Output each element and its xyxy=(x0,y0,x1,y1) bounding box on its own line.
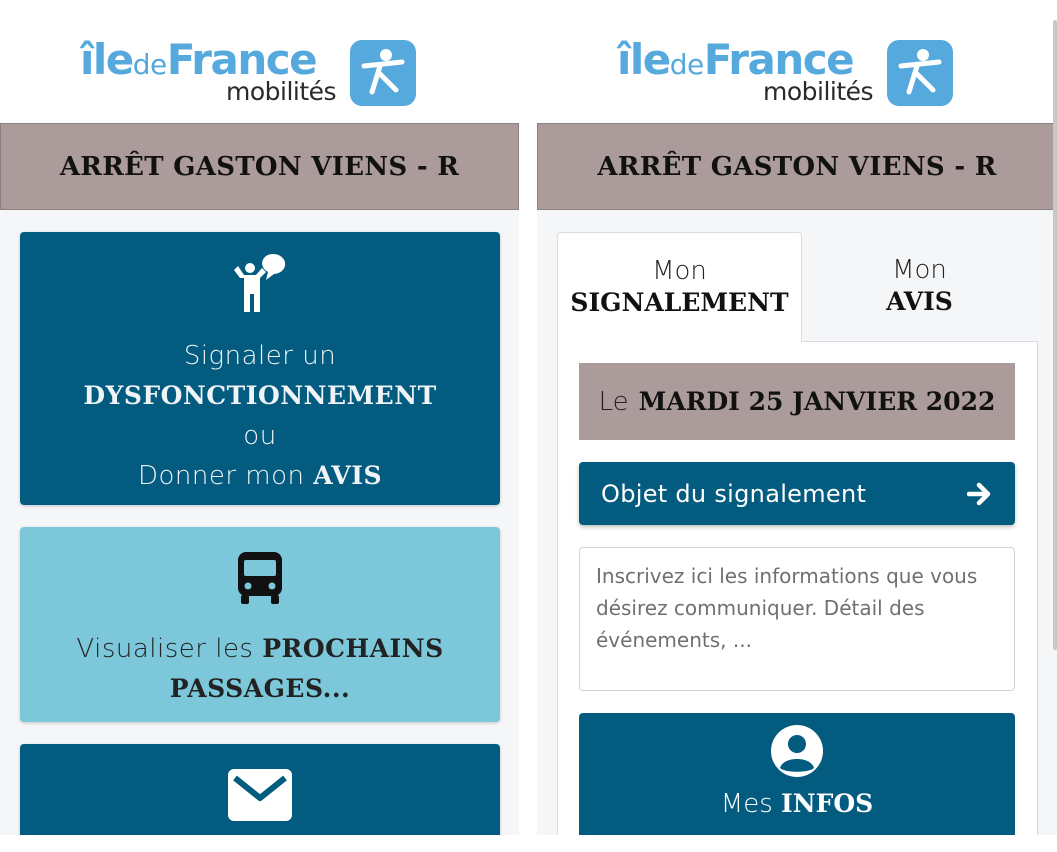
logo-runner-icon xyxy=(350,40,416,106)
next-departures-card[interactable]: Visualiser les PROCHAINS PASSAGES... xyxy=(20,527,500,722)
report-panel: îledeFrance mobilités ARRÊT GASTON VIENS… xyxy=(537,0,1057,835)
tab-avis[interactable]: Mon AVIS xyxy=(802,232,1037,342)
bus-icon xyxy=(237,551,283,609)
logo-runner-icon xyxy=(887,40,953,106)
arrow-right-icon xyxy=(967,482,991,505)
report-details-textarea[interactable] xyxy=(579,547,1015,691)
next-prefix: Visualiser les xyxy=(76,634,254,664)
report-subject-label: Objet du signalement xyxy=(601,479,867,508)
idf-mobilites-logo: îledeFrance mobilités xyxy=(80,36,420,108)
stop-title-bar: ARRÊT GASTON VIENS - R xyxy=(537,123,1057,210)
person-speech-icon xyxy=(230,248,290,320)
report-line-2: DYSFONCTIONNEMENT xyxy=(83,381,437,410)
report-line-4-bold: AVIS xyxy=(313,461,383,490)
mail-icon xyxy=(227,768,293,826)
user-icon xyxy=(769,723,825,783)
infos-bold: INFOS xyxy=(781,789,874,818)
date-bar: Le MARDI 25 JANVIER 2022 xyxy=(579,363,1015,440)
tab-signalement[interactable]: Mon SIGNALEMENT xyxy=(557,232,802,342)
next-bold-2: PASSAGES... xyxy=(169,674,351,703)
report-tabs: Mon SIGNALEMENT Mon AVIS xyxy=(557,232,1037,342)
contact-card[interactable] xyxy=(20,744,500,835)
report-line-3: ou xyxy=(243,421,277,451)
report-subject-button[interactable]: Objet du signalement xyxy=(579,462,1015,525)
home-panel: îledeFrance mobilités ARRÊT GASTON VIENS… xyxy=(0,0,519,835)
scrollbar[interactable] xyxy=(1053,20,1057,650)
report-line-1: Signaler un xyxy=(183,341,337,371)
report-line-4-prefix: Donner mon xyxy=(137,461,305,491)
my-infos-card[interactable]: Mes INFOS xyxy=(579,713,1015,835)
logo-ile: île xyxy=(80,35,134,84)
stop-title-bar: ARRÊT GASTON VIENS - R xyxy=(0,123,519,210)
header: îledeFrance mobilités xyxy=(537,0,1057,123)
logo-mobilites: mobilités xyxy=(763,77,874,106)
idf-mobilites-logo: îledeFrance mobilités xyxy=(617,36,957,108)
infos-prefix: Mes xyxy=(720,789,773,819)
header: îledeFrance mobilités xyxy=(0,0,519,123)
report-issue-card[interactable]: Signaler un DYSFONCTIONNEMENT ou Donner … xyxy=(20,232,500,505)
date-prefix: Le xyxy=(598,386,629,417)
logo-de: de xyxy=(669,48,705,81)
next-bold-1: PROCHAINS xyxy=(262,634,444,663)
stop-title: ARRÊT GASTON VIENS - R xyxy=(59,151,460,182)
logo-de: de xyxy=(132,48,168,81)
logo-ile: île xyxy=(617,35,671,84)
stop-title: ARRÊT GASTON VIENS - R xyxy=(597,151,997,182)
date-value: MARDI 25 JANVIER 2022 xyxy=(638,387,996,416)
logo-mobilites: mobilités xyxy=(226,77,337,106)
